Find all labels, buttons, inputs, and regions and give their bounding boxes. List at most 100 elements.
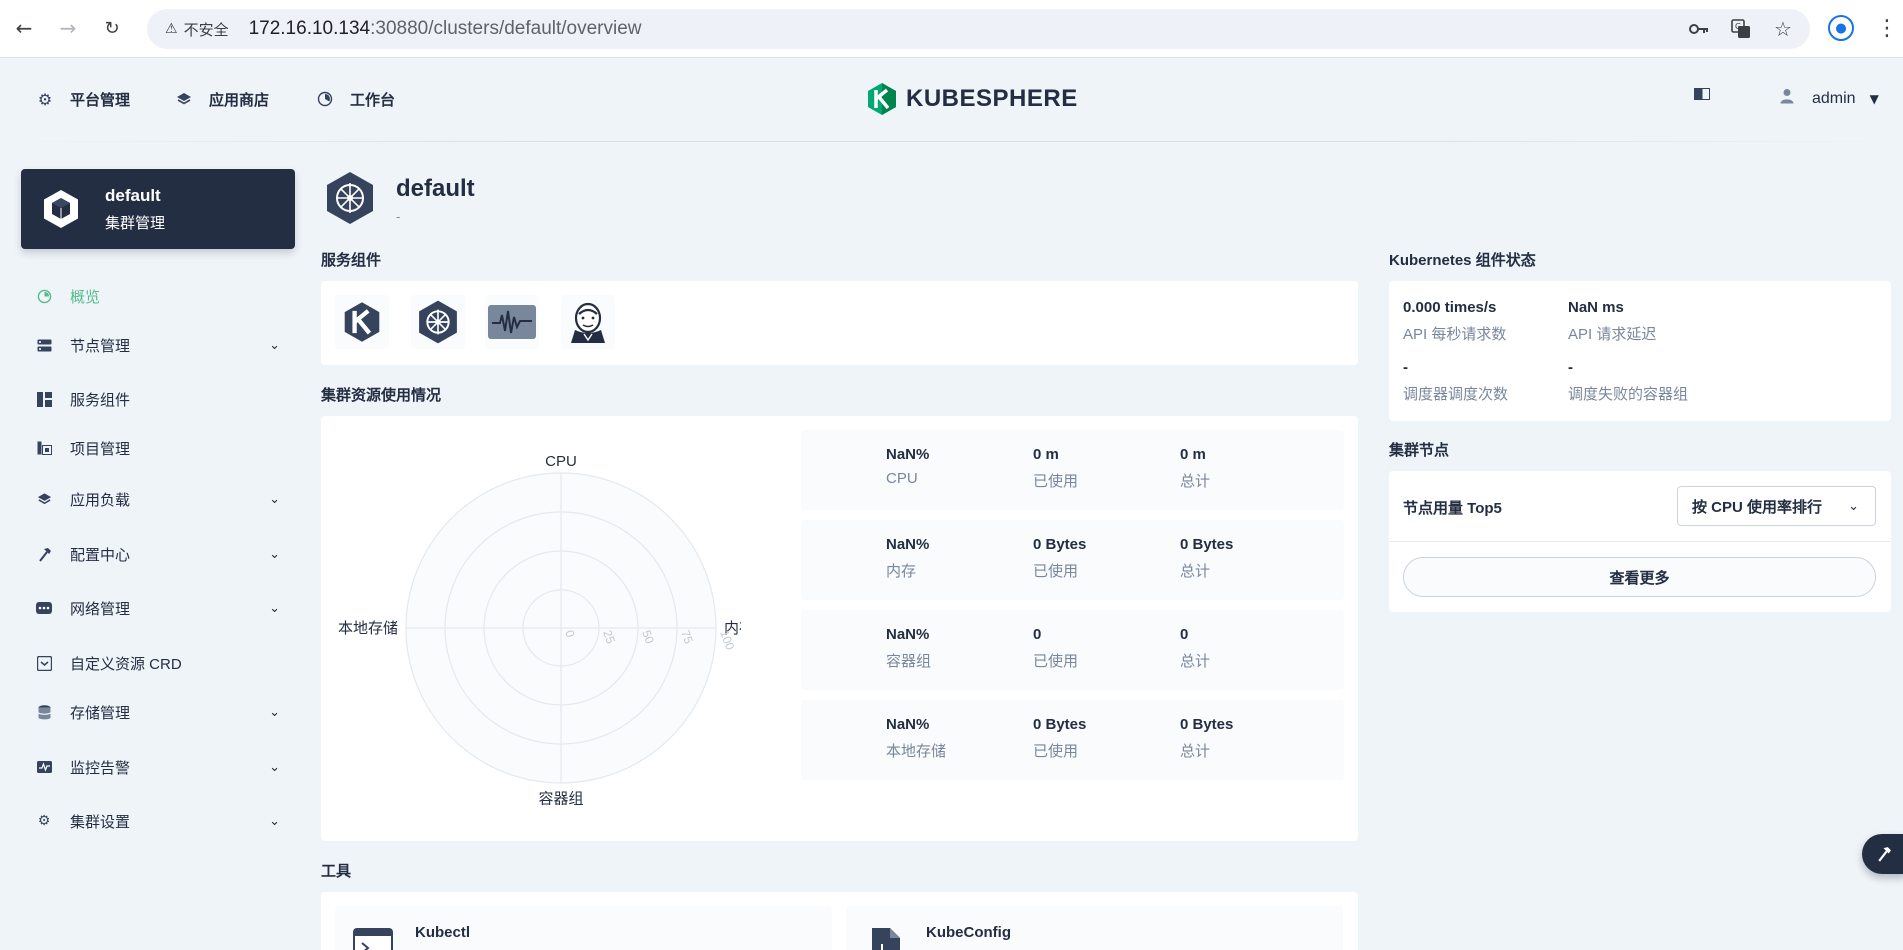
gear-icon: ⚙ [37, 89, 53, 109]
sidebar-item-label: 监控告警 [70, 759, 131, 777]
sidebar-item-storage[interactable]: 存储管理 ⌄ [36, 697, 280, 727]
nav-app-store[interactable]: 应用商店 [175, 88, 269, 110]
sidebar-item-cluster-settings[interactable]: ⚙ 集群设置 ⌄ [36, 806, 280, 836]
nav-platform-label: 平台管理 [70, 91, 131, 109]
translate-icon[interactable]: G [1729, 17, 1753, 41]
resource-radar-chart: CPU 内存 容器组 本地存储 0 25 50 75 100 [338, 453, 741, 807]
forward-arrow-icon[interactable]: → [54, 14, 82, 42]
k8s-api-latency: NaN ms API 请求延迟 [1568, 299, 1656, 344]
tool-name: Kubectl [415, 924, 471, 941]
resource-used-label: 已使用 [1033, 653, 1079, 670]
layers-icon [36, 491, 52, 507]
browser-toolbar: ← → ↻ ⚠ 不安全 172.16.10.134:30880/clusters… [0, 0, 1903, 58]
resource-total-label: 总计 [1180, 473, 1211, 490]
url-path: :30880/clusters/default/overview [370, 18, 642, 39]
sidebar-item-network[interactable]: 网络管理 ⌄ [36, 593, 280, 623]
page-description: - [396, 209, 401, 224]
nav-platform[interactable]: ⚙ 平台管理 [36, 88, 130, 110]
cluster-nodes-title: 集群节点 [1389, 442, 1450, 459]
service-components-card [321, 281, 1358, 365]
theme-toggle-icon[interactable] [1694, 88, 1710, 100]
resource-used: 0 Bytes [1033, 536, 1087, 553]
resource-percent: NaN% [886, 626, 930, 643]
card-divider [1389, 541, 1891, 542]
star-icon[interactable]: ☆ [1771, 17, 1795, 41]
k8s-value: 0.000 times/s [1403, 299, 1497, 316]
security-indicator[interactable]: ⚠ 不安全 [157, 14, 237, 44]
jenkins-icon[interactable] [561, 295, 615, 349]
service-components-title: 服务组件 [321, 252, 382, 269]
reload-icon[interactable]: ↻ [98, 14, 126, 42]
hammer-icon [36, 546, 52, 562]
address-bar[interactable]: ⚠ 不安全 172.16.10.134:30880/clusters/defau… [147, 9, 1810, 49]
kubernetes-icon[interactable] [411, 295, 465, 349]
file-icon [872, 928, 900, 950]
app-header: ⚙ 平台管理 应用商店 工作台 KUBESPHERE admin ▼ [0, 58, 1903, 142]
database-icon [36, 704, 52, 720]
sidebar-item-overview[interactable]: 概览 [36, 281, 280, 311]
nav-workbench[interactable]: 工作台 [316, 88, 395, 110]
k8s-value: NaN ms [1568, 299, 1624, 316]
tool-kubectl[interactable]: Kubectl [335, 906, 832, 950]
k8s-label: API 请求延迟 [1568, 326, 1657, 343]
chevron-down-icon: ⌄ [269, 600, 280, 616]
sidebar-item-components[interactable]: 服务组件 [36, 384, 280, 414]
resource-name: 内存 [886, 563, 917, 580]
profile-icon[interactable]: ● [1828, 15, 1854, 41]
monitoring-icon[interactable] [485, 295, 539, 349]
cluster-subtitle: 集群管理 [105, 214, 166, 232]
menu-kebab-icon[interactable]: ⋮ [1876, 14, 1898, 42]
workbench-icon [316, 90, 334, 108]
k8s-value: - [1568, 359, 1573, 376]
k8s-status-title: Kubernetes 组件状态 [1389, 252, 1536, 269]
cluster-card[interactable]: default 集群管理 [21, 169, 295, 249]
resource-name: CPU [886, 470, 918, 487]
terminal-icon [353, 928, 393, 950]
warning-icon: ⚠ [165, 21, 178, 37]
resource-total: 0 Bytes [1180, 536, 1234, 553]
resource-total: 0 m [1180, 446, 1206, 463]
resource-total: 0 [1180, 626, 1189, 643]
sidebar-item-workloads[interactable]: 应用负载 ⌄ [36, 484, 280, 514]
kubernetes-cluster-icon [327, 172, 373, 224]
resource-row-pods: NaN% 容器组 0 已使用 0 总计 [801, 610, 1344, 690]
node-sort-select[interactable]: 按 CPU 使用率排行 ⌄ [1677, 486, 1876, 526]
k8s-status-card: 0.000 times/s API 每秒请求数 NaN ms API 请求延迟 … [1389, 281, 1891, 421]
sidebar-item-label: 节点管理 [70, 337, 131, 355]
url-text[interactable]: 172.16.10.134:30880/clusters/default/ove… [249, 18, 642, 40]
sidebar-item-monitoring[interactable]: 监控告警 ⌄ [36, 752, 280, 782]
username: admin [1812, 89, 1856, 107]
kubesphere-icon[interactable] [335, 295, 389, 349]
nav-app-store-label: 应用商店 [209, 91, 270, 109]
key-icon[interactable] [1687, 17, 1711, 41]
sidebar-item-label: 存储管理 [70, 704, 131, 722]
chevron-down-icon: ⌄ [269, 704, 280, 720]
chevron-down-icon: ⌄ [1848, 498, 1859, 514]
resource-total: 0 Bytes [1180, 716, 1234, 733]
toolbox-hammer-icon[interactable] [1862, 834, 1903, 874]
resource-used: 0 m [1033, 446, 1059, 463]
sidebar-item-crd[interactable]: 自定义资源 CRD [36, 648, 280, 678]
resource-total-label: 总计 [1180, 563, 1211, 580]
nav-workbench-label: 工作台 [350, 91, 396, 109]
k8s-label: 调度失败的容器组 [1568, 386, 1689, 403]
tool-kubeconfig[interactable]: KubeConfig [846, 906, 1343, 950]
kubesphere-logo[interactable]: KUBESPHERE [866, 82, 1078, 116]
sidebar-item-label: 集群设置 [70, 813, 131, 831]
sidebar-item-nodes[interactable]: 节点管理 ⌄ [36, 330, 280, 360]
cluster-resources-title: 集群资源使用情况 [321, 387, 442, 404]
user-menu[interactable]: admin ▼ [1780, 88, 1879, 109]
resource-total-label: 总计 [1180, 743, 1211, 760]
caret-down-icon: ▼ [1869, 91, 1879, 106]
sidebar-item-projects[interactable]: 项目管理 [36, 433, 280, 463]
security-label: 不安全 [183, 21, 229, 39]
sidebar-item-config[interactable]: 配置中心 ⌄ [36, 539, 280, 569]
node-sort-select-value: 按 CPU 使用率排行 [1692, 498, 1823, 516]
page-header [322, 170, 378, 226]
project-icon [36, 440, 52, 456]
user-icon [1780, 88, 1794, 109]
resource-used-label: 已使用 [1033, 563, 1079, 580]
back-arrow-icon[interactable]: ← [10, 14, 38, 42]
sidebar-item-label: 服务组件 [70, 391, 131, 409]
view-more-button[interactable]: 查看更多 [1403, 557, 1876, 597]
